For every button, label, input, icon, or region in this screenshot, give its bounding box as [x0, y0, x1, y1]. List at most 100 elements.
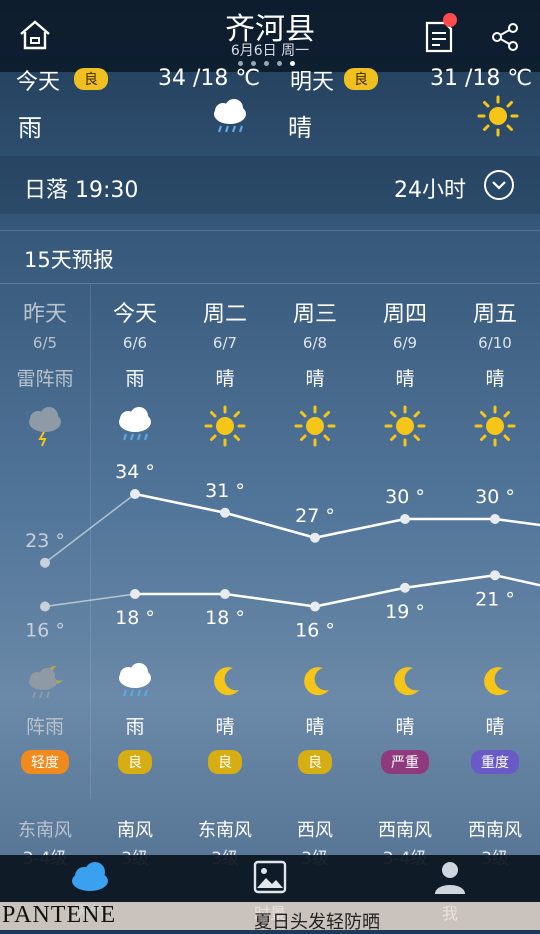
night-weather: 晴 — [215, 716, 235, 738]
day-weather: 晴 — [305, 368, 325, 390]
forecast-day-column[interactable]: 周四 6/9 晴 — [360, 296, 450, 394]
wind-direction: 西南风 — [378, 820, 432, 841]
day-weather: 雨 — [125, 368, 145, 390]
high-line-segment — [494, 517, 540, 527]
high-temp-point — [310, 532, 320, 543]
expand-hourly-button[interactable] — [484, 170, 514, 200]
sun-icon — [474, 405, 516, 447]
hourly-label[interactable]: 24小时 — [394, 172, 466, 204]
wind-direction: 西风 — [297, 820, 333, 841]
low-temp-label: 21 ° — [475, 588, 515, 610]
high-temp-label: 31 ° — [205, 480, 245, 502]
ad-brand-logo: PANTENE — [2, 902, 117, 928]
night-weather: 阵雨 — [25, 716, 64, 738]
wind-direction: 东南风 — [198, 820, 252, 841]
wind-direction: 南风 — [117, 820, 153, 841]
wind-direction: 东南风 — [18, 820, 72, 841]
rain-cloud-icon — [119, 407, 151, 441]
low-temp-point — [400, 582, 410, 593]
low-temp-label: 18 ° — [205, 607, 245, 629]
high-temp-label: 34 ° — [115, 461, 155, 483]
aqi-badge[interactable]: 严重 — [381, 750, 429, 774]
temperature-chart: 23 ° 34 ° 31 ° 27 ° 30 ° 30 ° 16 ° 18 ° 18 ° 16 °… — [25, 461, 540, 642]
day-date: 6/6 — [122, 334, 148, 352]
aqi-badge[interactable]: 重度 — [471, 750, 519, 774]
high-temp-label: 23 ° — [25, 530, 65, 552]
aqi-badge-wrap: 重度 — [450, 750, 540, 774]
forecast-day-column[interactable]: 周二 6/7 晴 — [180, 296, 270, 394]
low-line-segment — [494, 574, 540, 587]
day-date: 6/9 — [392, 334, 418, 352]
high-temp-point — [40, 557, 50, 568]
forecast-day-column[interactable]: 周五 6/10 晴 — [450, 296, 540, 394]
today-weather: 雨 — [18, 114, 42, 142]
low-line-segment — [404, 574, 496, 589]
ad-text: 夏日头发轻防晒 — [254, 912, 380, 933]
day-name: 周五 — [472, 302, 517, 327]
moon-rain-icon — [29, 665, 63, 699]
day-date: 6/10 — [478, 334, 512, 352]
aqi-badge-wrap: 良 — [180, 750, 270, 774]
high-temp-label: 27 ° — [295, 505, 335, 527]
date-label: 6月6日 周一 — [230, 43, 310, 59]
forecast-day-column[interactable]: 今天 6/6 雨 — [90, 296, 180, 394]
low-temp-point — [310, 601, 320, 612]
forecast-day-column[interactable]: 昨天 6/5 雷阵雨 — [0, 296, 90, 394]
today-aqi-badge[interactable]: 良 — [74, 68, 108, 90]
aqi-badge[interactable]: 良 — [118, 750, 152, 774]
sun-icon — [384, 405, 426, 447]
low-temp-point — [490, 570, 500, 581]
low-line-segment — [44, 593, 136, 608]
aqi-badge[interactable]: 良 — [208, 750, 242, 774]
night-weather: 晴 — [305, 716, 325, 738]
day-name: 周三 — [292, 302, 337, 327]
night-weather: 晴 — [395, 716, 415, 738]
forecast-title: 15天预报 — [24, 248, 114, 272]
low-temp-label: 16 ° — [295, 620, 335, 642]
tomorrow-label: 明天 — [290, 70, 335, 95]
day-date: 6/7 — [212, 334, 238, 352]
day-date: 6/5 — [32, 334, 58, 352]
person-icon — [435, 862, 465, 894]
chevron-down-icon — [492, 181, 506, 190]
notification-dot — [443, 13, 457, 27]
wind-direction: 西南风 — [468, 820, 522, 841]
day-weather: 晴 — [215, 368, 235, 390]
day-weather: 晴 — [395, 368, 415, 390]
sun-icon — [477, 95, 519, 137]
divider — [0, 283, 540, 284]
aqi-badge[interactable]: 良 — [298, 750, 332, 774]
tomorrow-aqi-badge[interactable]: 良 — [344, 68, 378, 90]
sun-icon — [204, 405, 246, 447]
aqi-badge[interactable]: 轻度 — [21, 750, 69, 774]
rain-cloud-icon — [119, 663, 151, 697]
sunset-time: 日落 19:30 — [24, 178, 139, 203]
moon-icon — [304, 667, 329, 696]
thunder-cloud-icon — [29, 407, 61, 447]
share-icon[interactable] — [490, 22, 520, 52]
high-temp-label: 30 ° — [475, 486, 515, 508]
high-temp-label: 30 ° — [385, 486, 425, 508]
sun-icon — [294, 405, 336, 447]
day-name: 周二 — [202, 302, 247, 327]
moon-icon — [214, 667, 239, 696]
high-line-segment — [44, 493, 136, 564]
tomorrow-temp: 31 /18 ℃ — [430, 66, 533, 91]
day-weather: 雷阵雨 — [16, 368, 74, 390]
low-temp-label: 18 ° — [115, 607, 155, 629]
high-temp-point — [400, 514, 410, 524]
high-temp-point — [130, 489, 140, 499]
aqi-badge-wrap: 良 — [270, 750, 360, 774]
photo-icon — [253, 860, 287, 894]
low-temp-point — [220, 589, 230, 599]
today-label: 今天 — [16, 70, 61, 95]
page-dot — [277, 61, 282, 66]
forecast-day-column[interactable]: 周三 6/8 晴 — [270, 296, 360, 394]
day-name: 周四 — [382, 302, 427, 327]
day-date: 6/8 — [302, 334, 328, 352]
today-temp: 34 /18 ℃ — [158, 66, 261, 91]
divider — [0, 230, 540, 231]
day-name: 今天 — [112, 302, 157, 327]
cloud-icon — [72, 862, 108, 891]
low-line-segment — [224, 592, 316, 608]
